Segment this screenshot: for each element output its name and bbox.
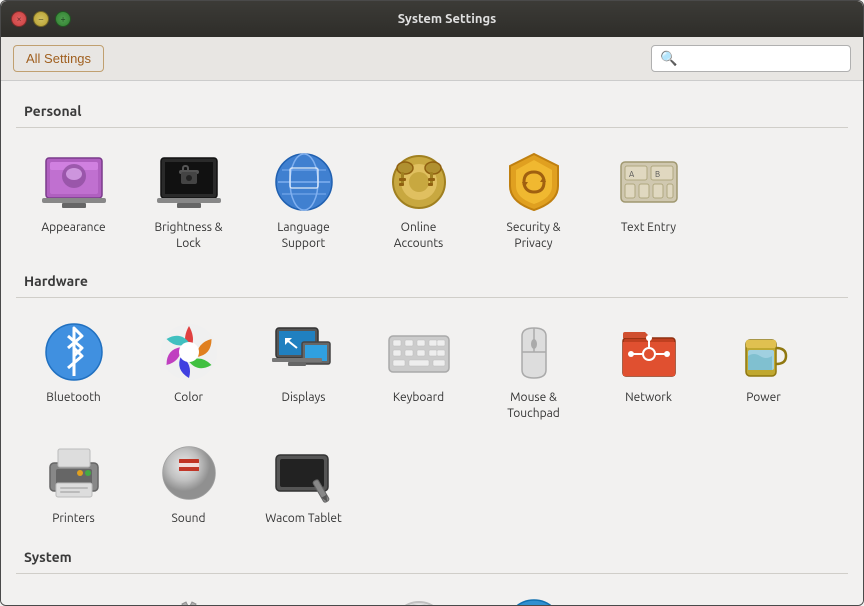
online-accounts-icon [387, 150, 451, 214]
details-item[interactable]: Details [131, 586, 246, 605]
power-label: Power [746, 390, 781, 406]
mouse-touchpad-icon [502, 320, 566, 384]
wacom-tablet-label: Wacom Tablet [265, 511, 342, 527]
hardware-divider [16, 297, 848, 298]
titlebar: × – + System Settings [1, 1, 863, 37]
displays-item[interactable]: Displays [246, 310, 361, 431]
close-button[interactable]: × [11, 11, 27, 27]
brightness-lock-item[interactable]: Brightness &Lock [131, 140, 246, 261]
minimize-button[interactable]: – [33, 11, 49, 27]
keyboard-label: Keyboard [393, 390, 444, 406]
sound-item[interactable]: Sound [131, 431, 246, 537]
online-accounts-item[interactable]: OnlineAccounts [361, 140, 476, 261]
printers-icon [42, 441, 106, 505]
universal-access-item[interactable]: UniversalAccess [476, 586, 591, 605]
color-label: Color [174, 390, 203, 406]
appearance-item[interactable]: Appearance [16, 140, 131, 261]
color-icon [157, 320, 221, 384]
security-privacy-icon [502, 150, 566, 214]
language-support-icon [272, 150, 336, 214]
personal-grid: Appearance Brightness &Lock [16, 140, 848, 261]
mouse-touchpad-item[interactable]: Mouse &Touchpad [476, 310, 591, 431]
language-support-item[interactable]: LanguageSupport [246, 140, 361, 261]
time-date-icon [387, 596, 451, 605]
displays-icon [272, 320, 336, 384]
brightness-lock-icon [157, 150, 221, 214]
software-updates-icon [272, 596, 336, 605]
mouse-touchpad-label: Mouse &Touchpad [507, 390, 560, 421]
user-accounts-icon [617, 596, 681, 605]
brightness-lock-label: Brightness &Lock [154, 220, 222, 251]
window-title: System Settings [81, 12, 813, 26]
printers-label: Printers [52, 511, 95, 527]
power-item[interactable]: Power [706, 310, 821, 431]
keyboard-item[interactable]: Keyboard [361, 310, 476, 431]
hardware-grid: Bluetooth Color [16, 310, 848, 537]
language-support-label: LanguageSupport [277, 220, 330, 251]
backups-item[interactable]: Backups [16, 586, 131, 605]
security-privacy-item[interactable]: Security &Privacy [476, 140, 591, 261]
window-controls: × – + [11, 11, 71, 27]
maximize-button[interactable]: + [55, 11, 71, 27]
details-icon [157, 596, 221, 605]
system-settings-window: × – + System Settings All Settings 🔍 Per… [0, 0, 864, 606]
text-entry-item[interactable]: A B Text Entry [591, 140, 706, 261]
system-grid: Backups Details [16, 586, 848, 605]
online-accounts-label: OnlineAccounts [394, 220, 444, 251]
search-input[interactable] [683, 51, 842, 66]
displays-label: Displays [282, 390, 326, 406]
wacom-tablet-icon [272, 441, 336, 505]
system-section-title: System [24, 549, 848, 565]
universal-access-icon [502, 596, 566, 605]
search-icon: 🔍 [660, 50, 677, 67]
color-item[interactable]: Color [131, 310, 246, 431]
hardware-section-title: Hardware [24, 273, 848, 289]
power-icon [732, 320, 796, 384]
wacom-tablet-item[interactable]: Wacom Tablet [246, 431, 361, 537]
bluetooth-label: Bluetooth [46, 390, 101, 406]
text-entry-label: Text Entry [621, 220, 676, 236]
all-settings-button[interactable]: All Settings [13, 45, 104, 72]
main-content: Personal Appearance [1, 81, 863, 605]
bluetooth-icon [42, 320, 106, 384]
sound-label: Sound [171, 511, 205, 527]
sound-icon [157, 441, 221, 505]
backups-icon [42, 596, 106, 605]
toolbar: All Settings 🔍 [1, 37, 863, 81]
user-accounts-item[interactable]: UserAccounts [591, 586, 706, 605]
bluetooth-item[interactable]: Bluetooth [16, 310, 131, 431]
network-item[interactable]: Network [591, 310, 706, 431]
search-box: 🔍 [651, 45, 851, 72]
svg-text:A: A [629, 170, 635, 179]
personal-divider [16, 127, 848, 128]
time-date-item[interactable]: Time & Date [361, 586, 476, 605]
keyboard-icon [387, 320, 451, 384]
security-privacy-label: Security &Privacy [507, 220, 561, 251]
software-updates-item[interactable]: Software &Updates [246, 586, 361, 605]
network-label: Network [625, 390, 672, 406]
printers-item[interactable]: Printers [16, 431, 131, 537]
appearance-label: Appearance [41, 220, 105, 236]
system-divider [16, 573, 848, 574]
text-entry-icon: A B [617, 150, 681, 214]
appearance-icon [42, 150, 106, 214]
network-icon [617, 320, 681, 384]
svg-text:B: B [655, 170, 660, 179]
personal-section-title: Personal [24, 103, 848, 119]
